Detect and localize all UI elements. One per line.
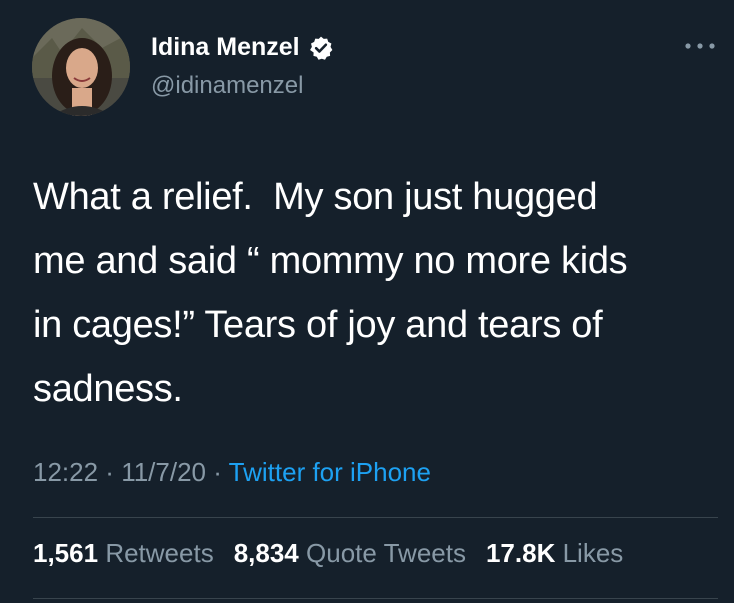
- retweets-stat[interactable]: 1,561 Retweets: [33, 538, 214, 569]
- author-name-row[interactable]: Idina Menzel: [151, 33, 334, 62]
- author-display-name[interactable]: Idina Menzel: [151, 33, 300, 62]
- tweet-line: in cages!” Tears of joy and tears of: [33, 304, 603, 346]
- engagement-stats: 1,561 Retweets 8,834 Quote Tweets 17.8K …: [33, 538, 623, 569]
- likes-label: Likes: [562, 538, 624, 568]
- tweet-date[interactable]: 11/7/20: [121, 457, 206, 487]
- quote-tweets-count: 8,834: [233, 538, 299, 568]
- quote-tweets-stat[interactable]: 8,834 Quote Tweets: [234, 538, 466, 569]
- retweets-count: 1,561: [33, 538, 99, 568]
- quote-tweets-label: Quote Tweets: [306, 538, 466, 568]
- author-handle[interactable]: @idinamenzel: [151, 72, 303, 100]
- tweet-line: What a relief. My son just hugged: [33, 176, 598, 218]
- avatar[interactable]: [32, 18, 130, 116]
- tweet-line: sadness.: [33, 368, 183, 410]
- tweet-line: me and said “ mommy no more kids: [33, 240, 628, 282]
- tweet-text: What a relief. My son just hugged me and…: [33, 165, 713, 421]
- meta-separator: ·: [98, 457, 122, 487]
- verified-badge-icon: [308, 35, 334, 61]
- tweet-time[interactable]: 12:22: [33, 457, 98, 487]
- divider: [33, 517, 718, 518]
- retweets-label: Retweets: [105, 538, 214, 568]
- more-options-icon[interactable]: [683, 39, 717, 53]
- likes-stat[interactable]: 17.8K Likes: [486, 538, 623, 569]
- tweet-metadata: 12:22 · 11/7/20 · Twitter for iPhone: [33, 457, 431, 488]
- meta-separator: ·: [206, 457, 229, 487]
- divider: [33, 598, 718, 599]
- tweet-source-link[interactable]: Twitter for iPhone: [229, 457, 431, 487]
- profile-photo: [32, 18, 130, 116]
- likes-count: 17.8K: [485, 538, 556, 568]
